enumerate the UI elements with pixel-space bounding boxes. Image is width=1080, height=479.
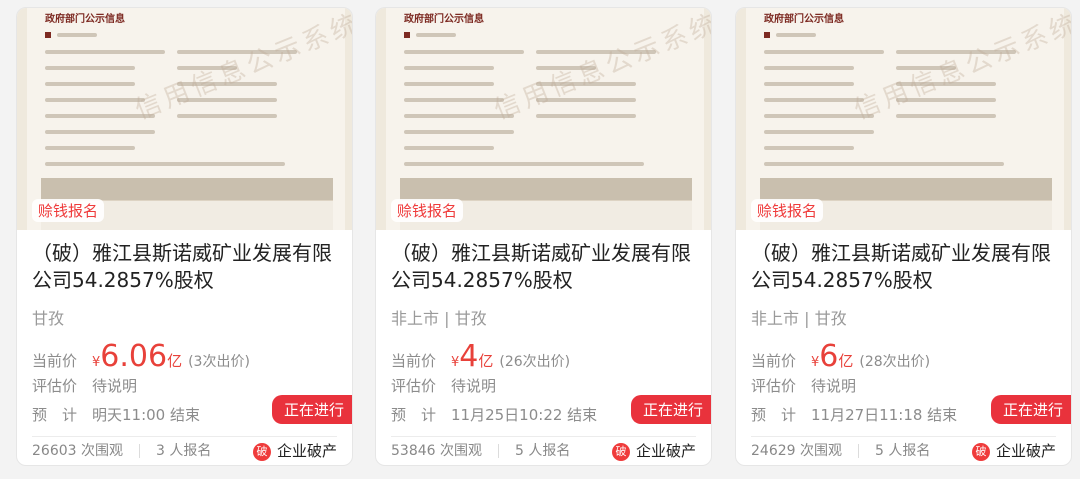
- current-price-value: 6: [819, 339, 839, 374]
- current-price-row: 当前价 ¥4亿 (26次出价): [391, 339, 570, 374]
- evaluation-value: 待说明: [92, 377, 138, 395]
- card-footer: 53846 次围观 5 人报名 破企业破产: [391, 440, 696, 461]
- document-thumbnail[interactable]: 政府部门公示信息 信用信息公示系统 赊钱报名: [17, 8, 352, 230]
- bid-count: (26次出价): [499, 354, 571, 370]
- view-count: 53846 次围观: [391, 443, 482, 459]
- listing-title[interactable]: （破）雅江县斯诺威矿业发展有限公司54.2857%股权: [751, 240, 1066, 294]
- end-time-row: 预 计 11月27日11:18 结束: [751, 404, 957, 425]
- region-text: 甘孜: [32, 309, 65, 328]
- evaluation-row: 评估价 待说明: [391, 375, 496, 396]
- bid-count: (28次出价): [859, 354, 931, 370]
- watermark: 信用信息公示系统: [131, 8, 352, 126]
- document-image: 政府部门公示信息 信用信息公示系统: [386, 8, 711, 230]
- current-price-value: 4: [459, 339, 479, 374]
- current-price-row: 当前价 ¥6亿 (28次出价): [751, 339, 930, 374]
- divider: [391, 436, 696, 437]
- current-price-label: 当前价: [751, 352, 797, 370]
- end-time-row: 预 计明天11:00 结束: [32, 404, 200, 425]
- bankruptcy-icon: 破: [252, 442, 271, 461]
- category-badge[interactable]: 破企业破产: [611, 440, 696, 461]
- price-unit: 亿: [167, 352, 183, 370]
- end-time-label: 预 计: [391, 406, 437, 424]
- region-text: 非上市 | 甘孜: [391, 309, 487, 328]
- category-badge[interactable]: 破企业破产: [252, 440, 337, 461]
- doc-heading: 政府部门公示信息: [404, 14, 484, 25]
- bankruptcy-icon: 破: [971, 442, 990, 461]
- category-label: 企业破产: [635, 442, 696, 460]
- loan-signup-tag: 赊钱报名: [32, 199, 105, 222]
- document-thumbnail[interactable]: 政府部门公示信息 信用信息公示系统 赊钱报名: [736, 8, 1071, 230]
- auction-card[interactable]: 政府部门公示信息 信用信息公示系统 赊钱报名 （破）雅江县斯诺威矿业发展有限公司…: [375, 7, 712, 466]
- status-badge: 正在进行: [271, 395, 352, 424]
- end-time-value: 11月25日10:22 结束: [451, 406, 598, 424]
- bid-count: (3次出价): [188, 354, 250, 370]
- evaluation-label: 评估价: [751, 377, 797, 395]
- card-footer: 26603 次围观 3 人报名 破企业破产: [32, 440, 337, 461]
- evaluation-value: 待说明: [811, 377, 857, 395]
- document-image: 政府部门公示信息 信用信息公示系统: [27, 8, 352, 230]
- status-badge: 正在进行: [990, 395, 1071, 424]
- evaluation-row: 评估价 待说明: [751, 375, 856, 396]
- region-text: 非上市 | 甘孜: [751, 309, 847, 328]
- status-badge: 正在进行: [630, 395, 711, 424]
- listing-title[interactable]: （破）雅江县斯诺威矿业发展有限公司54.2857%股权: [391, 240, 706, 294]
- evaluation-label: 评估价: [32, 377, 78, 395]
- category-badge[interactable]: 破企业破产: [971, 440, 1056, 461]
- doc-heading: 政府部门公示信息: [45, 14, 125, 25]
- end-time-label: 预 计: [32, 406, 78, 424]
- current-price-label: 当前价: [391, 352, 437, 370]
- card-footer: 24629 次围观 5 人报名 破企业破产: [751, 440, 1056, 461]
- current-price-row: 当前价 ¥6.06亿 (3次出价): [32, 339, 250, 374]
- evaluation-value: 待说明: [451, 377, 497, 395]
- current-price-label: 当前价: [32, 352, 78, 370]
- view-count: 24629 次围观: [751, 443, 842, 459]
- watermark: 信用信息公示系统: [490, 8, 711, 126]
- evaluation-label: 评估价: [391, 377, 437, 395]
- divider: [32, 436, 337, 437]
- document-thumbnail[interactable]: 政府部门公示信息 信用信息公示系统 赊钱报名: [376, 8, 711, 230]
- end-time-label: 预 计: [751, 406, 797, 424]
- doc-heading: 政府部门公示信息: [764, 14, 844, 25]
- document-image: 政府部门公示信息 信用信息公示系统: [746, 8, 1071, 230]
- auction-card[interactable]: 政府部门公示信息 信用信息公示系统 赊钱报名 （破）雅江县斯诺威矿业发展有限公司…: [735, 7, 1072, 466]
- auction-card[interactable]: 政府部门公示信息 信用信息公示系统 赊钱报名 （破）雅江县斯诺威矿业发展有限公司…: [16, 7, 353, 466]
- signup-count: 5 人报名: [515, 443, 571, 459]
- category-label: 企业破产: [276, 442, 337, 460]
- price-unit: 亿: [838, 352, 854, 370]
- watermark: 信用信息公示系统: [850, 8, 1071, 126]
- loan-signup-tag: 赊钱报名: [751, 199, 824, 222]
- end-time-value: 明天11:00 结束: [92, 406, 200, 424]
- end-time-row: 预 计 11月25日10:22 结束: [391, 404, 597, 425]
- divider: [751, 436, 1056, 437]
- listing-title[interactable]: （破）雅江县斯诺威矿业发展有限公司54.2857%股权: [32, 240, 347, 294]
- signup-count: 5 人报名: [875, 443, 931, 459]
- price-unit: 亿: [478, 352, 494, 370]
- view-count: 26603 次围观: [32, 443, 123, 459]
- current-price-value: 6.06: [100, 339, 168, 374]
- evaluation-row: 评估价 待说明: [32, 375, 137, 396]
- end-time-value: 11月27日11:18 结束: [811, 406, 958, 424]
- loan-signup-tag: 赊钱报名: [391, 199, 464, 222]
- bankruptcy-icon: 破: [611, 442, 630, 461]
- signup-count: 3 人报名: [156, 443, 212, 459]
- category-label: 企业破产: [995, 442, 1056, 460]
